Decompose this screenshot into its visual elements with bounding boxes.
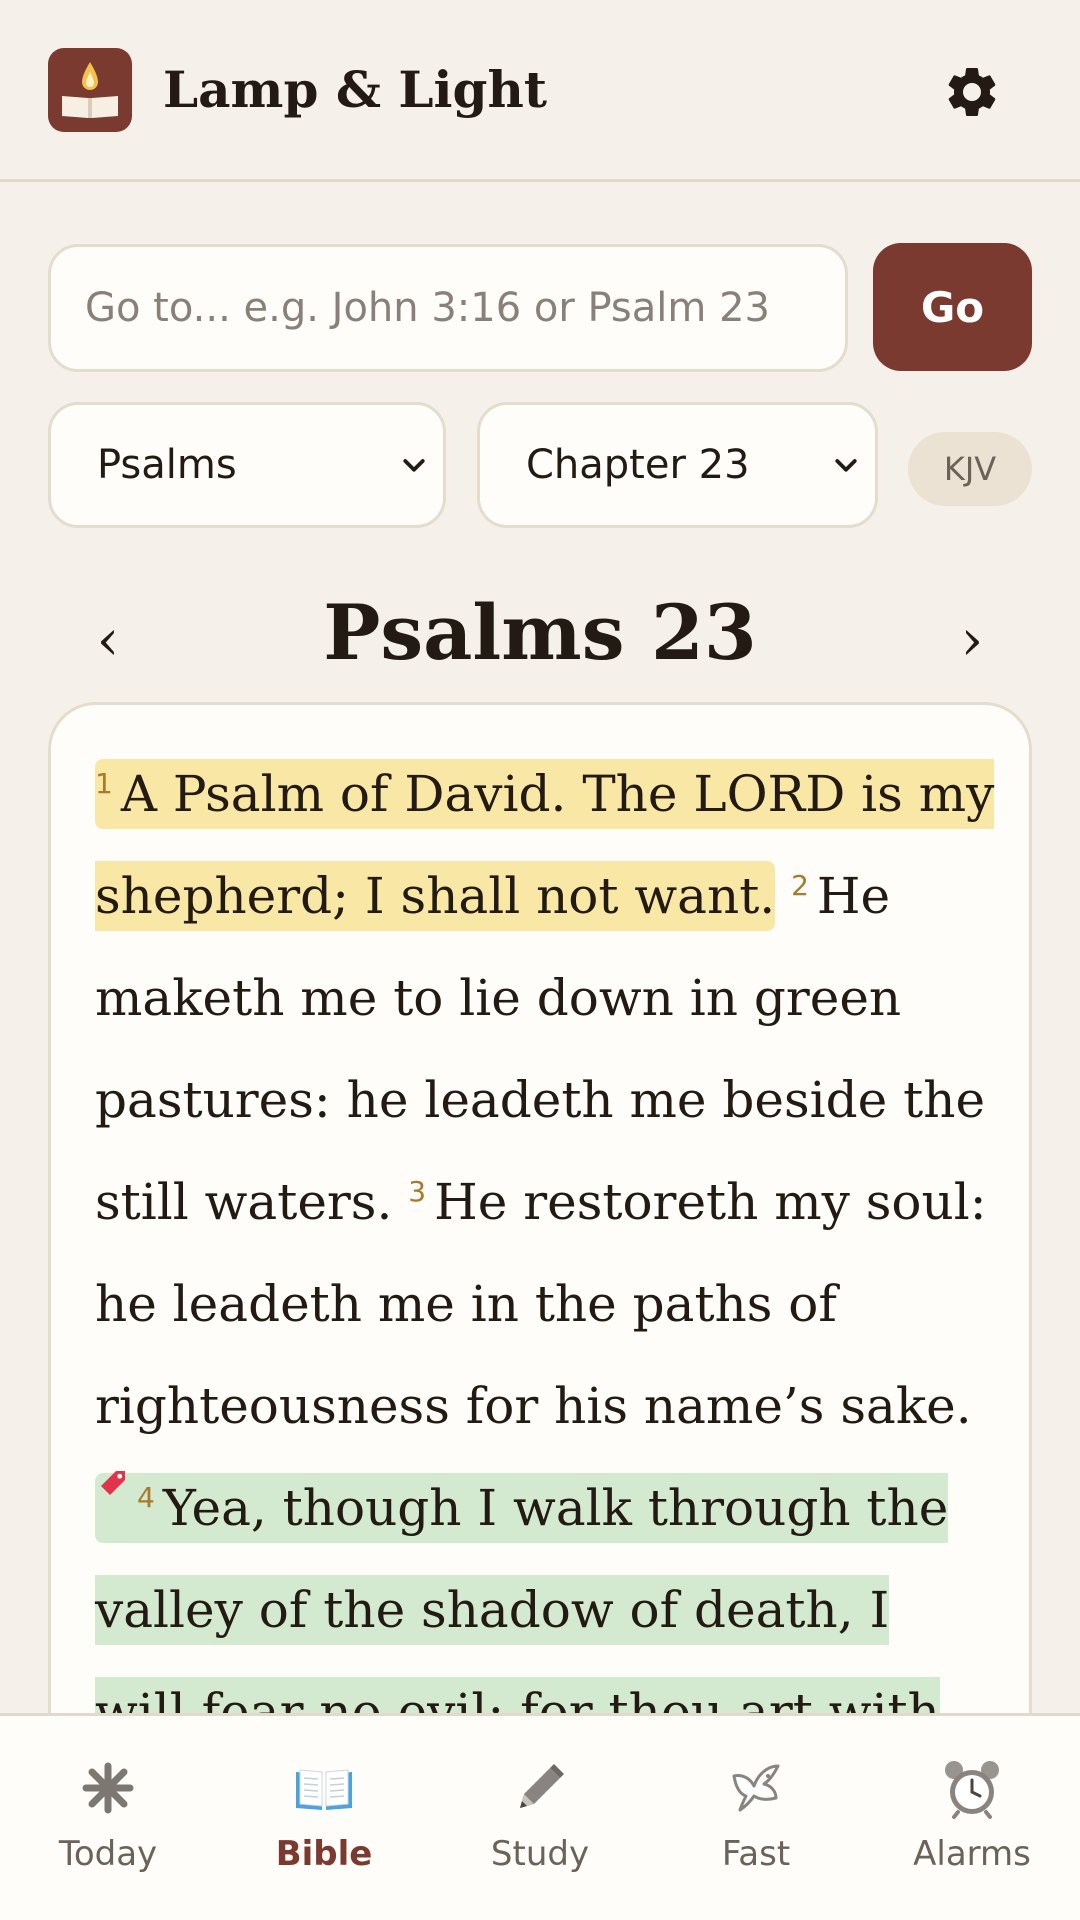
tab-bible[interactable]: Bible <box>216 1716 432 1920</box>
app-header: Lamp & Light <box>0 0 1080 182</box>
sun-icon <box>82 1762 134 1814</box>
book-select-value: Psalms <box>97 442 237 488</box>
search-input[interactable] <box>48 244 848 372</box>
tab-alarms[interactable]: Alarms <box>864 1716 1080 1920</box>
tab-study[interactable]: Study <box>432 1716 648 1920</box>
pencil-icon <box>520 1764 564 1808</box>
tab-label: Today <box>58 1834 158 1874</box>
app-root: Lamp & Light Go Psalms Chapter 23 KJV ‹ … <box>0 0 1080 1920</box>
tab-label: Alarms <box>913 1834 1031 1874</box>
verse-number: 4 <box>137 1481 155 1514</box>
tab-label: Bible <box>275 1834 373 1874</box>
bookmark-icon <box>101 1471 125 1495</box>
open-book-icon <box>296 1769 352 1810</box>
passage-text: 1A Psalm of David. The LORD is my shephe… <box>95 743 995 1865</box>
verse-number: 3 <box>408 1175 427 1208</box>
app-title: Lamp & Light <box>163 60 547 119</box>
chapter-title: Psalms 23 <box>323 588 757 677</box>
chapter-select[interactable]: Chapter 23 <box>477 402 878 528</box>
lamp-book-icon <box>48 48 132 132</box>
gear-icon[interactable] <box>942 62 1002 122</box>
book-select[interactable]: Psalms <box>48 402 446 528</box>
version-badge[interactable]: KJV <box>908 432 1032 506</box>
chevron-down-icon <box>403 459 425 472</box>
bottom-tab-bar: Today Bible Study Fast Alarms <box>0 1713 1080 1920</box>
dove-icon <box>732 1764 780 1812</box>
chevron-left-icon[interactable]: ‹ <box>78 605 138 675</box>
tab-fast[interactable]: Fast <box>648 1716 864 1920</box>
alarm-clock-icon <box>945 1761 999 1819</box>
tab-label: Study <box>490 1834 590 1874</box>
chapter-select-value: Chapter 23 <box>526 442 750 488</box>
verse-number: 1 <box>95 767 113 800</box>
verse-number: 2 <box>791 869 809 902</box>
go-button[interactable]: Go <box>873 243 1032 371</box>
tab-label: Fast <box>721 1834 791 1874</box>
chevron-right-icon[interactable]: › <box>942 605 1002 675</box>
chevron-down-icon <box>835 459 857 472</box>
tab-today[interactable]: Today <box>0 1716 216 1920</box>
